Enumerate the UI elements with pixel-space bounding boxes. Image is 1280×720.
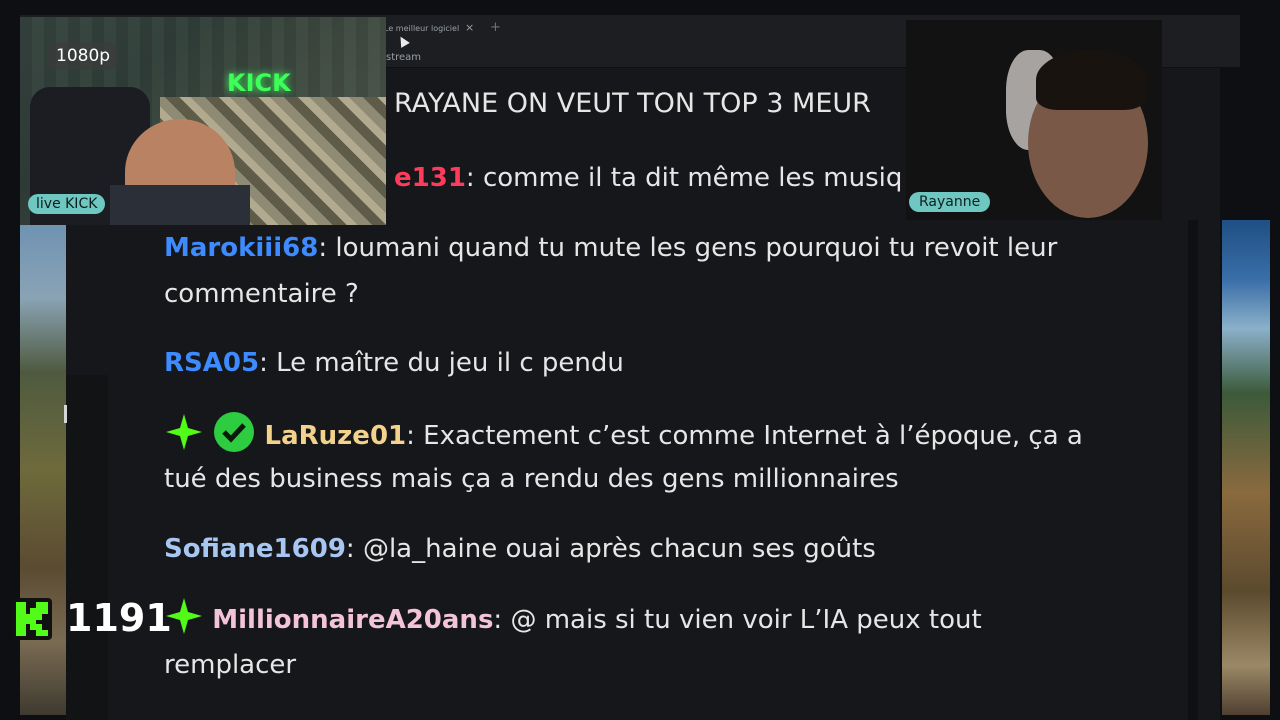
chat-message: Sofiane1609: @la_haine ouai après chacun… bbox=[164, 534, 876, 564]
streamer-shirt bbox=[110, 185, 250, 225]
viewer-count: 1191 bbox=[66, 596, 172, 640]
chat-username[interactable]: MillionnaireA20ans bbox=[212, 605, 493, 635]
quality-badge: 1080p bbox=[48, 42, 119, 70]
address-bar[interactable]: stream bbox=[386, 52, 421, 63]
landscape-left bbox=[20, 225, 66, 715]
landscape-right bbox=[1222, 220, 1270, 715]
text-caret bbox=[64, 405, 67, 423]
chat-sidebar bbox=[66, 375, 108, 720]
chat-text: loumani quand tu mute les gens pourquoi … bbox=[335, 233, 1058, 263]
chat-message: MillionnaireA20ans: @ mais si tu vien vo… bbox=[164, 596, 1164, 643]
chat-headline: RAYANE ON VEUT TON TOP 3 MEUR bbox=[394, 88, 871, 119]
chat-username[interactable]: LaRuze01 bbox=[265, 421, 407, 451]
guest-hair bbox=[1036, 50, 1146, 110]
chat-text: @ mais si tu vien voir L’IA peux tout bbox=[510, 605, 982, 635]
guest-name-badge: Rayanne bbox=[909, 192, 991, 212]
kick-logo-icon bbox=[12, 598, 52, 640]
chat-message: RSA05: Le maître du jeu il c pendu bbox=[164, 348, 624, 378]
chat-text: @la_haine ouai après chacun ses goûts bbox=[362, 534, 876, 564]
chat-message: Marokiii68: loumani quand tu mute les ge… bbox=[164, 233, 1058, 263]
chat-username[interactable]: Sofiane1609 bbox=[164, 534, 346, 564]
guest-webcam bbox=[906, 20, 1162, 220]
chat-text-continued: tué des business mais ça a rendu des gen… bbox=[164, 464, 899, 494]
chat-username[interactable]: e131 bbox=[394, 163, 466, 193]
chat-username[interactable]: Marokiii68 bbox=[164, 233, 318, 263]
chat-text: Le maître du jeu il c pendu bbox=[276, 348, 624, 378]
chat-scrollbar[interactable] bbox=[1188, 220, 1198, 720]
verified-badge-icon bbox=[214, 412, 255, 452]
chat-text: Exactement c’est comme Internet à l’époq… bbox=[423, 421, 1083, 451]
chat-text-continued: remplacer bbox=[164, 650, 297, 680]
chat-message: LaRuze01: Exactement c’est comme Interne… bbox=[164, 410, 1164, 459]
chat-text-continued: commentaire ? bbox=[164, 279, 359, 309]
neon-sign: KICK bbox=[227, 69, 291, 97]
chat-username[interactable]: RSA05 bbox=[164, 348, 259, 378]
new-tab-icon[interactable]: + bbox=[490, 20, 501, 35]
cam-label-badge: live KICK bbox=[28, 194, 106, 214]
sparkle-icon bbox=[166, 414, 202, 450]
chat-text: comme il ta dit même les musiq bbox=[482, 163, 903, 193]
tab-close-icon[interactable]: × bbox=[465, 21, 474, 34]
